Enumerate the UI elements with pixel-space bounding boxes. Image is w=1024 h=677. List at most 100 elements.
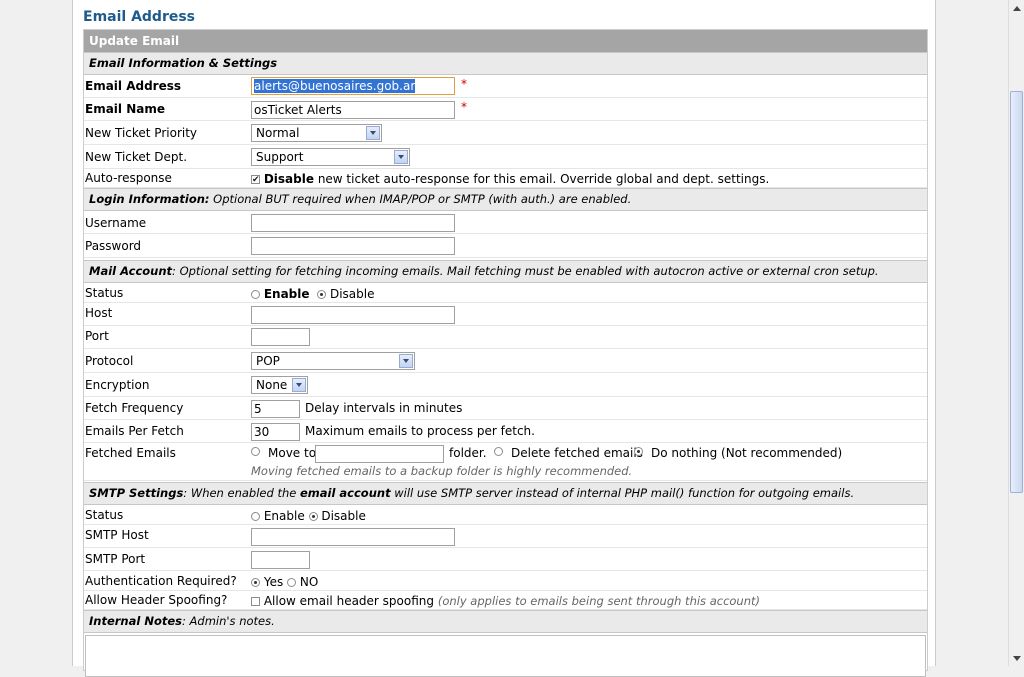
required-marker: * [461, 77, 467, 91]
row-dept: New Ticket Dept. Support [84, 145, 927, 169]
password-input[interactable] [251, 237, 455, 255]
autoresponse-label: Auto-response [85, 171, 172, 185]
smtp-enable-radio[interactable] [251, 512, 260, 521]
autoresponse-checkbox[interactable] [251, 172, 260, 188]
host-input[interactable] [251, 306, 455, 324]
row-host: Host [84, 303, 927, 326]
chevron-down-icon [292, 378, 306, 392]
mail-enable-radio[interactable] [251, 290, 260, 299]
fetched-emails-label: Fetched Emails [85, 446, 176, 460]
section-notes-text: : Admin's notes. [182, 614, 275, 628]
mail-disable-radio[interactable] [317, 290, 327, 299]
encryption-label: Encryption [85, 378, 150, 392]
fetch-frequency-hint: Delay intervals in minutes [305, 401, 463, 415]
row-smtp-port: SMTP Port [84, 548, 927, 571]
fetched-hint: Moving fetched emails to a backup folder… [251, 464, 633, 478]
auth-no-label: NO [299, 575, 319, 589]
chevron-down-icon [366, 126, 380, 140]
delete-fetched-label: Delete fetched emails [511, 446, 643, 460]
header-spoofing-hint: (only applies to emails being sent throu… [437, 594, 761, 608]
email-address-label: Email Address [85, 79, 182, 93]
per-fetch-label: Emails Per Fetch [85, 424, 184, 438]
auth-required-label: Authentication Required? [85, 574, 237, 588]
section-smtp: SMTP Settings: When enabled the email ac… [84, 482, 927, 505]
smtp-host-input[interactable] [251, 528, 455, 546]
section-email-title: Email Information & Settings [89, 56, 278, 70]
dept-value: Support [256, 150, 304, 164]
row-fetched-emails: Fetched Emails Move to: folder. Delete f… [84, 443, 927, 481]
fetch-frequency-label: Fetch Frequency [85, 401, 184, 415]
fetch-frequency-input[interactable]: 5 [251, 400, 300, 418]
row-email-name: Email Name osTicket Alerts * [84, 98, 927, 121]
header-spoofing-control: Allow email header spoofing (only applie… [251, 593, 760, 609]
autoresponse-control: Disable new ticket auto-response for thi… [251, 171, 770, 188]
smtp-disable-radio[interactable] [308, 512, 318, 521]
content-panel: Email Address Update Email Email Informa… [72, 0, 936, 677]
section-smtp-pre: : When enabled the [183, 486, 300, 500]
move-to-radio[interactable] [251, 447, 260, 456]
row-protocol: Protocol POP [84, 349, 927, 373]
email-name-label: Email Name [85, 102, 165, 116]
smtp-host-label: SMTP Host [85, 528, 149, 542]
header-spoofing-text: Allow email header spoofing [263, 594, 435, 608]
encryption-value: None [256, 378, 288, 392]
email-address-input[interactable]: alerts@buenosaires.gob.ar [251, 77, 455, 95]
port-input[interactable] [251, 328, 310, 346]
auth-yes-label: Yes [263, 575, 284, 589]
header-spoofing-checkbox[interactable] [251, 597, 260, 606]
header-spoofing-label: Allow Header Spoofing? [85, 593, 228, 607]
per-fetch-hint: Maximum emails to process per fetch. [305, 424, 535, 438]
row-password: Password [84, 234, 927, 258]
protocol-value: POP [256, 354, 280, 368]
row-autoresponse: Auto-response Disable new ticket auto-re… [84, 169, 927, 188]
priority-value: Normal [256, 126, 300, 140]
chevron-down-icon [394, 150, 408, 164]
auth-no-radio[interactable] [287, 578, 297, 587]
scroll-down-icon[interactable] [1009, 650, 1024, 666]
autoresponse-strong: Disable [263, 172, 314, 186]
required-marker: * [461, 100, 467, 114]
per-fetch-input[interactable]: 30 [251, 423, 300, 441]
dept-label: New Ticket Dept. [85, 150, 188, 164]
internal-notes-textarea[interactable] [85, 635, 926, 677]
priority-select[interactable]: Normal [251, 124, 382, 142]
host-label: Host [85, 306, 113, 320]
dept-select[interactable]: Support [251, 148, 410, 166]
row-auth-required: Authentication Required? Yes NO [84, 571, 927, 591]
chevron-down-icon [399, 354, 413, 368]
smtp-status-label: Status [85, 508, 124, 522]
autoresponse-text: new ticket auto-response for this email.… [317, 172, 770, 186]
delete-fetched-radio[interactable] [494, 447, 503, 456]
form-header: Update Email [84, 30, 927, 52]
do-nothing-label: Do nothing (Not recommended) [651, 446, 843, 460]
encryption-select[interactable]: None [251, 376, 308, 394]
port-label: Port [85, 329, 109, 343]
section-login-text: Optional BUT required when IMAP/POP or S… [213, 192, 632, 206]
folder-input[interactable] [315, 445, 444, 463]
auth-required-control: Yes NO [251, 574, 318, 590]
scroll-up-icon[interactable] [1009, 0, 1024, 16]
smtp-port-input[interactable] [251, 551, 310, 569]
section-login: Login Information: Optional BUT required… [84, 188, 927, 211]
section-smtp-strong: email account [299, 486, 391, 500]
auth-yes-radio[interactable] [251, 578, 260, 587]
row-username: Username [84, 211, 927, 234]
email-name-input[interactable]: osTicket Alerts [251, 101, 455, 119]
section-smtp-post: will use SMTP server instead of internal… [390, 486, 855, 500]
username-label: Username [85, 216, 147, 230]
protocol-label: Protocol [85, 354, 134, 368]
section-mail-title: Mail Account [89, 264, 173, 278]
username-input[interactable] [251, 214, 455, 232]
mail-disable-label: Disable [329, 287, 375, 301]
move-to-label: Move to: [268, 446, 321, 460]
smtp-port-label: SMTP Port [85, 552, 146, 566]
protocol-select[interactable]: POP [251, 352, 415, 370]
section-internal-notes: Internal Notes: Admin's notes. [84, 610, 927, 633]
vertical-scrollbar[interactable] [1008, 0, 1024, 666]
section-smtp-title: SMTP Settings [89, 486, 184, 500]
section-email-settings: Email Information & Settings [84, 52, 927, 75]
scrollbar-thumb[interactable] [1010, 91, 1023, 493]
priority-label: New Ticket Priority [85, 126, 198, 140]
do-nothing-radio[interactable] [634, 447, 643, 456]
section-notes-title: Internal Notes [89, 614, 182, 628]
